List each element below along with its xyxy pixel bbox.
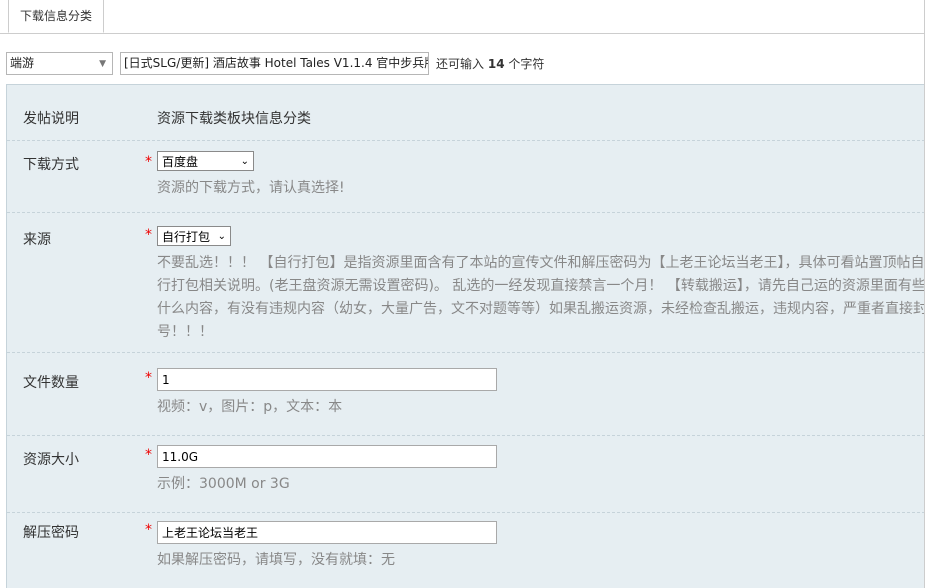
source-value: 自行打包	[162, 230, 211, 244]
subject-title-input[interactable]: [日式SLG/更新] 酒店故事 Hotel Tales V1.1.4 官中步兵版	[120, 52, 429, 75]
required-marker: *	[145, 447, 152, 463]
password-desc: 如果解压密码，请填写，没有就填：无	[157, 552, 395, 568]
tab-bar: 下载信息分类	[0, 0, 929, 34]
password-input[interactable]: 上老王论坛当老王	[157, 521, 497, 544]
hint-prefix: 还可输入	[436, 57, 485, 71]
file-count-input[interactable]: 1	[157, 368, 497, 391]
row-password: 解压密码 * 上老王论坛当老王 如果解压密码，请填写，没有就填：无	[7, 512, 924, 588]
password-label: 解压密码	[23, 525, 79, 541]
chevron-down-icon: ▼	[99, 59, 106, 69]
required-marker: *	[145, 154, 152, 170]
required-marker: *	[145, 370, 152, 386]
row-intro: 发帖说明 资源下载类板块信息分类	[7, 85, 924, 141]
size-label: 资源大小	[23, 452, 79, 468]
source-select[interactable]: 自行打包 ⌄	[157, 226, 231, 246]
download-method-label: 下载方式	[23, 157, 79, 173]
chevron-down-icon: ⌄	[240, 156, 249, 167]
subject-row: 端游 ▼ [日式SLG/更新] 酒店故事 Hotel Tales V1.1.4 …	[6, 52, 544, 75]
row-download-method: 下载方式 * 百度盘 ⌄ 资源的下载方式，请认真选择!	[7, 140, 924, 213]
file-count-desc: 视频：v，图片：p，文本：本	[157, 399, 343, 415]
info-category-panel: 发帖说明 资源下载类板块信息分类 下载方式 * 百度盘 ⌄ 资源的下载方式，请认…	[6, 84, 924, 588]
hint-suffix: 个字符	[508, 57, 545, 71]
row-size: 资源大小 * 11.0G 示例：3000M or 3G	[7, 435, 924, 513]
size-desc: 示例：3000M or 3G	[157, 476, 290, 492]
download-method-select[interactable]: 百度盘 ⌄	[157, 151, 254, 171]
intro-value: 资源下载类板块信息分类	[157, 111, 311, 127]
char-count-hint: 还可输入 14 个字符	[436, 55, 544, 72]
download-method-desc: 资源的下载方式，请认真选择!	[157, 180, 345, 196]
row-file-count: 文件数量 * 1 视频：v，图片：p，文本：本	[7, 352, 924, 436]
page-edge	[924, 0, 929, 588]
chevron-down-icon: ⌄	[217, 231, 226, 242]
remaining-char-count: 14	[487, 57, 505, 71]
category-select-value: 端游	[10, 56, 35, 70]
category-select[interactable]: 端游 ▼	[6, 52, 113, 75]
source-desc: 不要乱选！！！ 【自行打包】是指资源里面含有了本站的宣传文件和解压密码为【上老王…	[157, 255, 924, 340]
source-label: 来源	[23, 232, 51, 248]
intro-label: 发帖说明	[23, 111, 79, 127]
size-input[interactable]: 11.0G	[157, 445, 497, 468]
required-marker: *	[145, 522, 152, 538]
download-method-value: 百度盘	[162, 155, 199, 169]
row-source: 来源 * 自行打包 ⌄ 不要乱选！！！ 【自行打包】是指资源里面含有了本站的宣传…	[7, 212, 924, 353]
file-count-label: 文件数量	[23, 375, 79, 391]
tab-download-info-category[interactable]: 下载信息分类	[8, 0, 104, 33]
required-marker: *	[145, 227, 152, 243]
